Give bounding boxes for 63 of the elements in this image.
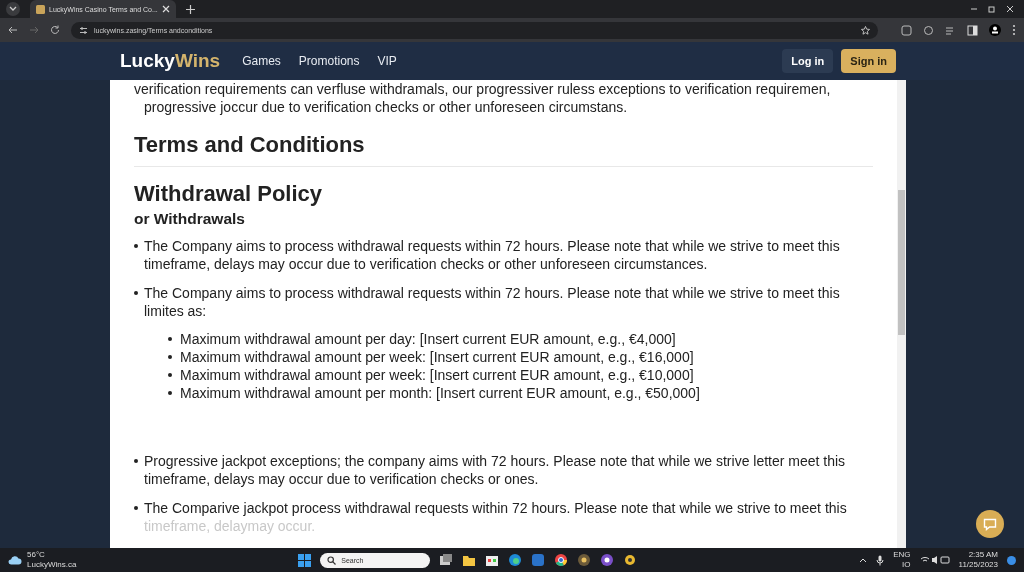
temperature: 56°C [27,550,45,560]
clock[interactable]: 2:35 AM 11/25/2023 [958,550,998,570]
chat-icon [983,517,997,531]
task-view-icon[interactable] [439,553,454,567]
new-tab-icon[interactable] [185,4,195,14]
close-icon[interactable] [1006,5,1014,13]
extension-icon[interactable] [901,24,912,36]
tab-list-button[interactable] [6,2,20,16]
page-title: Terms and Conditions [134,132,873,167]
chevron-icon [9,6,17,12]
microphone-icon[interactable] [876,554,885,566]
language-indicator[interactable]: ENG IO [893,550,911,570]
menu-icon[interactable] [1012,24,1016,36]
scrollbar[interactable] [897,80,906,548]
list-item-text: Progressive jackpot exceptions; the company aims with 72 hours. Please note that while we strive letter meet this timeframe, delays may occur due to verification checks or ones. [144,452,847,488]
list-item-text: Maximum withdrawal amount per week: [Insert current EUR amount, e.g., €10,000] [180,366,694,384]
list-item-text: The Comparive jackpot process withdrawal requests within 72 hours. Please note that while we strive to meet this [144,499,847,517]
weather-caption: LuckyWins.ca [27,560,77,570]
bullet-icon [168,337,172,341]
side-panel-icon[interactable] [967,24,978,36]
start-icon[interactable] [298,553,312,567]
paragraph: verification requirements can verfluse withdramals, our progressiver ruless exceptions to verification requiremen, progressive joccur due to verification checks or other unforeseen circumstans. [134,80,832,116]
site-settings-icon[interactable] [79,25,88,35]
restore-icon[interactable] [988,5,996,13]
nav-link[interactable]: Promotions [298,54,360,68]
cloud-icon [8,555,22,565]
notification-icon[interactable] [1007,555,1016,565]
subheading: or Withdrawals [134,209,246,229]
chevron-up-icon[interactable] [859,557,868,563]
nav-link[interactable]: VIP [377,54,397,68]
store-icon[interactable] [485,553,500,567]
star-icon[interactable] [861,25,870,35]
nav-link[interactable]: Games [242,54,281,68]
chat-button[interactable] [976,510,1004,538]
reload-icon[interactable] [50,25,60,35]
login-button[interactable]: Log in [782,49,834,73]
back-icon[interactable] [8,25,18,35]
signin-button[interactable]: Sign in [841,49,896,73]
list-item-text: Maximum withdrawal amount per week: [Insert current EUR amount, e.g., €16,000] [180,348,694,366]
bullet-icon [134,244,138,248]
minimize-icon[interactable] [970,5,978,13]
bullet-icon [134,291,138,295]
close-icon[interactable] [161,5,170,13]
list-item-text: The Company aims to process withdrawal requests within 72 hours. Please note that while we strive to meet this timeframe, delays may occur due to verification checks or other unforeseen circumstances. [144,237,841,273]
favicon-icon [36,4,45,14]
list-item-text: The Company aims to process withdrawal requests within 72 hours. Please note that while we strive to meet this limites as: [144,284,841,320]
bullet-icon [134,506,138,510]
bullet-icon [168,355,172,359]
list-item-text: Maximum withdrawal amount per day: [Insert current EUR amount, e.g., €4,000] [180,330,676,348]
profile-icon[interactable] [989,24,1001,36]
bullet-icon [168,391,172,395]
folder-icon[interactable] [462,553,477,567]
bullet-icon [168,373,172,377]
app-icon[interactable] [600,553,615,567]
site-logo[interactable]: LuckyWins [120,50,221,72]
app-icon[interactable] [577,553,592,567]
system-tray-icons[interactable] [919,555,950,565]
search-icon [327,555,337,565]
section-heading: Withdrawal Policy [134,181,324,207]
list-item-text: Maximum withdrawal amount per month: [Insert current EUR amount, e.g., €50,000] [180,384,700,402]
edge-icon[interactable] [508,553,523,567]
chrome-icon[interactable] [554,553,569,567]
bullet-icon [134,459,138,463]
